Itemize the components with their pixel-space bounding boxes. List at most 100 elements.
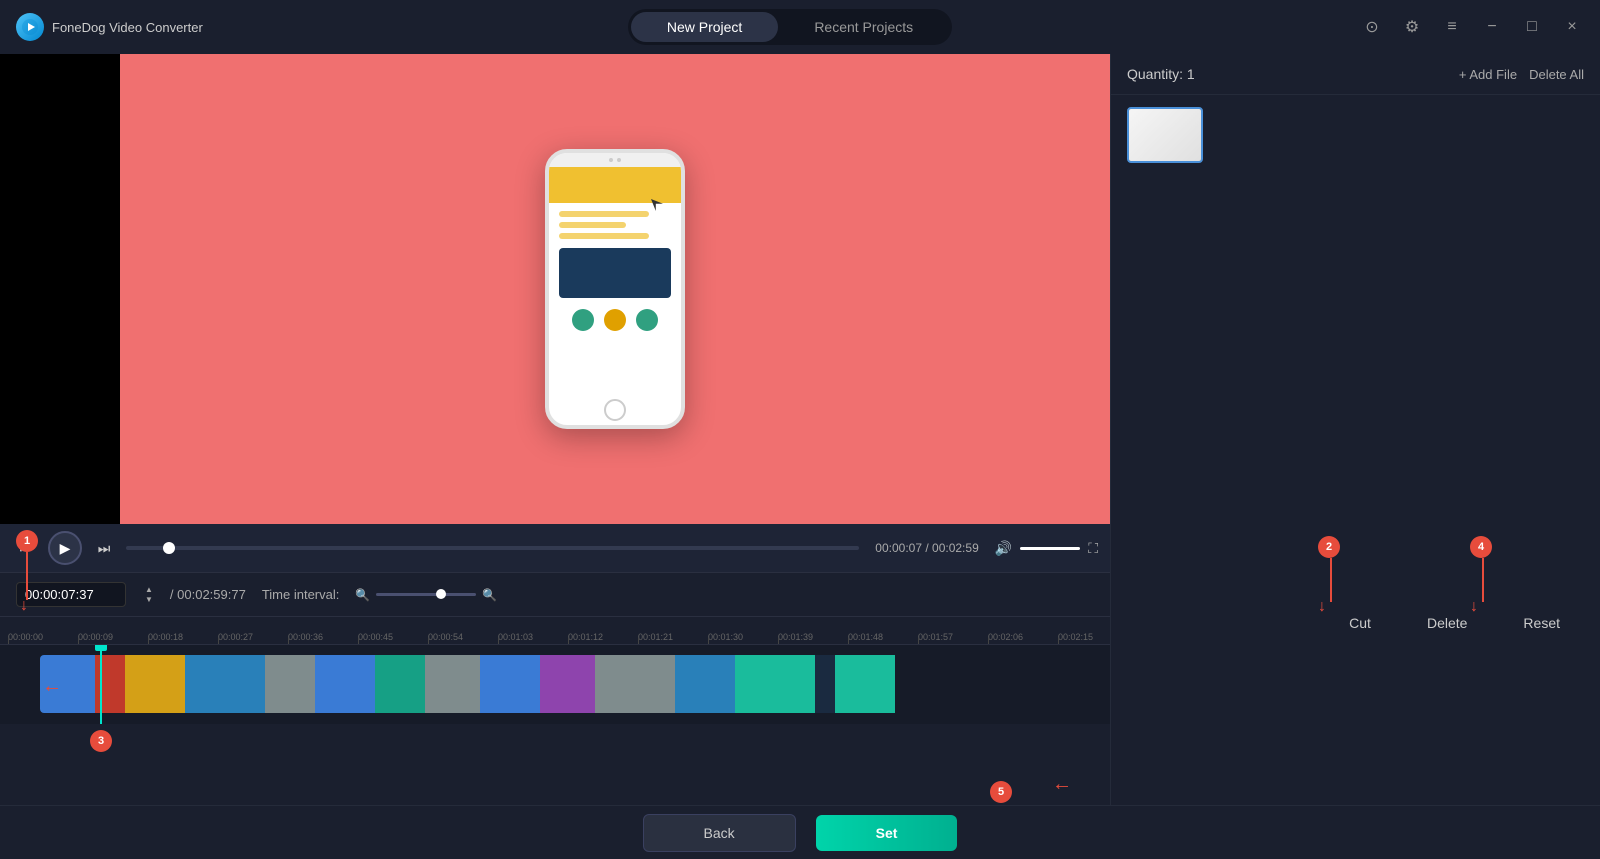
interval-thumb — [436, 589, 446, 599]
time-display: 00:00:07 / 00:02:59 — [875, 541, 978, 555]
annotation-badge-1: 1 — [16, 530, 38, 552]
phone-line-1 — [559, 211, 649, 217]
interval-slider[interactable]: 🔍 🔍 — [355, 588, 497, 602]
track-segment-11 — [595, 655, 675, 713]
track-segment-10 — [540, 655, 595, 713]
track-segment-3 — [125, 655, 185, 713]
annotation-arrow-1: ↓ — [20, 597, 28, 615]
ruler-marks: 00:00:00 00:00:09 00:00:18 00:00:27 00:0… — [0, 617, 1110, 644]
account-icon[interactable]: ⊙ — [1360, 15, 1384, 39]
volume-slider[interactable] — [1020, 547, 1080, 550]
timecode-arrows: ▲ ▼ — [144, 585, 154, 605]
timecode-down[interactable]: ▼ — [144, 595, 154, 605]
maximize-button[interactable]: □ — [1520, 15, 1544, 39]
settings-icon[interactable]: ⚙ — [1400, 15, 1424, 39]
fullscreen-button[interactable]: ⛶ — [1088, 540, 1098, 557]
preview-left-panel — [0, 54, 120, 524]
timeline-track[interactable] — [40, 655, 1100, 713]
track-segment-5 — [265, 655, 315, 713]
timeline-track-area[interactable]: ← — [0, 644, 1110, 724]
annotation-badge-2: 2 — [1318, 536, 1340, 558]
annotation-line-2 — [1330, 558, 1332, 602]
delete-button[interactable]: Delete — [1399, 607, 1495, 639]
annotation-badge-5: 5 — [990, 781, 1012, 803]
annotation-line-1 — [26, 552, 28, 600]
scrubber-thumb — [163, 542, 175, 554]
play-button[interactable]: ▶ — [48, 531, 82, 565]
quantity-label: Quantity: 1 — [1127, 66, 1195, 82]
phone-notch — [549, 153, 681, 167]
track-segment-9 — [480, 655, 540, 713]
skip-forward-button[interactable]: ⏭ — [90, 534, 118, 562]
phone-icon-3 — [636, 309, 658, 331]
volume-icon[interactable]: 🔊 — [995, 540, 1012, 557]
phone-line-3 — [559, 233, 649, 239]
close-button[interactable]: × — [1560, 15, 1584, 39]
timeline-controls: ▲ ▼ / 00:02:59:77 Time interval: 🔍 🔍 — [0, 572, 1110, 616]
ruler-mark-3: 00:00:27 — [218, 632, 288, 644]
ruler-mark-0: 00:00:00 — [8, 632, 78, 644]
thumbnail-preview-1 — [1129, 109, 1201, 161]
annotation-arrow-2: ↓ — [1318, 598, 1326, 616]
app-logo: FoneDog Video Converter — [0, 13, 220, 41]
phone-home-button — [604, 399, 626, 421]
add-file-button[interactable]: + Add File — [1459, 67, 1517, 82]
cut-button[interactable]: Cut — [1321, 607, 1399, 639]
ruler-mark-11: 00:01:39 — [778, 632, 848, 644]
minimize-button[interactable]: − — [1480, 15, 1504, 39]
total-time-label: / 00:02:59:77 — [170, 587, 246, 602]
playhead-head — [95, 644, 107, 651]
delete-all-button[interactable]: Delete All — [1529, 67, 1584, 82]
ruler-mark-12: 00:01:48 — [848, 632, 918, 644]
right-panel-actions: + Add File Delete All — [1459, 67, 1584, 82]
logo-icon — [16, 13, 44, 41]
phone-icon-1 — [572, 309, 594, 331]
ruler-mark-10: 00:01:30 — [708, 632, 778, 644]
track-segment-12 — [675, 655, 735, 713]
track-segment-7 — [375, 655, 425, 713]
thumbnail-1[interactable] — [1127, 107, 1203, 163]
phone-icons — [559, 303, 671, 337]
right-panel-header: Quantity: 1 + Add File Delete All — [1111, 54, 1600, 95]
tab-recent-projects[interactable]: Recent Projects — [778, 12, 949, 42]
editor-area: ⏮ ▶ ⏭ 00:00:07 / 00:02:59 🔊 ⛶ ▲ ▼ / 00:0… — [0, 54, 1110, 859]
right-panel: Quantity: 1 + Add File Delete All Cut De… — [1110, 54, 1600, 859]
ruler-mark-2: 00:00:18 — [148, 632, 218, 644]
tab-new-project[interactable]: New Project — [631, 12, 778, 42]
annotation-line-4 — [1482, 558, 1484, 602]
edit-buttons: Cut Delete Reset — [1110, 607, 1600, 639]
reset-button[interactable]: Reset — [1495, 607, 1588, 639]
ruler-mark-5: 00:00:45 — [358, 632, 428, 644]
timecode-input[interactable] — [16, 582, 126, 607]
titlebar: FoneDog Video Converter New Project Rece… — [0, 0, 1600, 54]
annotation-badge-3: 3 — [90, 730, 112, 752]
timecode-up[interactable]: ▲ — [144, 585, 154, 595]
timeline-ruler: 00:00:00 00:00:09 00:00:18 00:00:27 00:0… — [0, 616, 1110, 644]
annotation-badge-4: 4 — [1470, 536, 1492, 558]
ruler-mark-4: 00:00:36 — [288, 632, 358, 644]
titlebar-controls: ⊙ ⚙ ≡ − □ × — [1360, 15, 1600, 39]
zoom-out-icon[interactable]: 🔍 — [355, 588, 370, 602]
interval-track[interactable] — [376, 593, 476, 596]
timeline-arrow-left: ← — [42, 675, 62, 698]
app-title: FoneDog Video Converter — [52, 20, 203, 35]
ruler-mark-8: 00:01:12 — [568, 632, 638, 644]
track-segment-8 — [425, 655, 480, 713]
track-segment-15 — [835, 655, 895, 713]
track-segment-6 — [315, 655, 375, 713]
menu-icon[interactable]: ≡ — [1440, 15, 1464, 39]
phone-body — [549, 203, 681, 399]
right-panel-thumbnails — [1111, 95, 1600, 175]
phone-icon-2 — [604, 309, 626, 331]
set-button[interactable]: Set — [816, 815, 958, 851]
main-area: ⏮ ▶ ⏭ 00:00:07 / 00:02:59 🔊 ⛶ ▲ ▼ / 00:0… — [0, 54, 1600, 859]
track-segment-4 — [185, 655, 265, 713]
scrubber-track[interactable] — [126, 546, 859, 550]
ruler-mark-14: 00:02:06 — [988, 632, 1058, 644]
phone-topbar — [549, 167, 681, 203]
zoom-in-icon[interactable]: 🔍 — [482, 588, 497, 602]
interval-label: Time interval: — [262, 587, 340, 602]
back-button[interactable]: Back — [643, 814, 796, 852]
video-preview — [0, 54, 1110, 524]
ruler-mark-9: 00:01:21 — [638, 632, 708, 644]
